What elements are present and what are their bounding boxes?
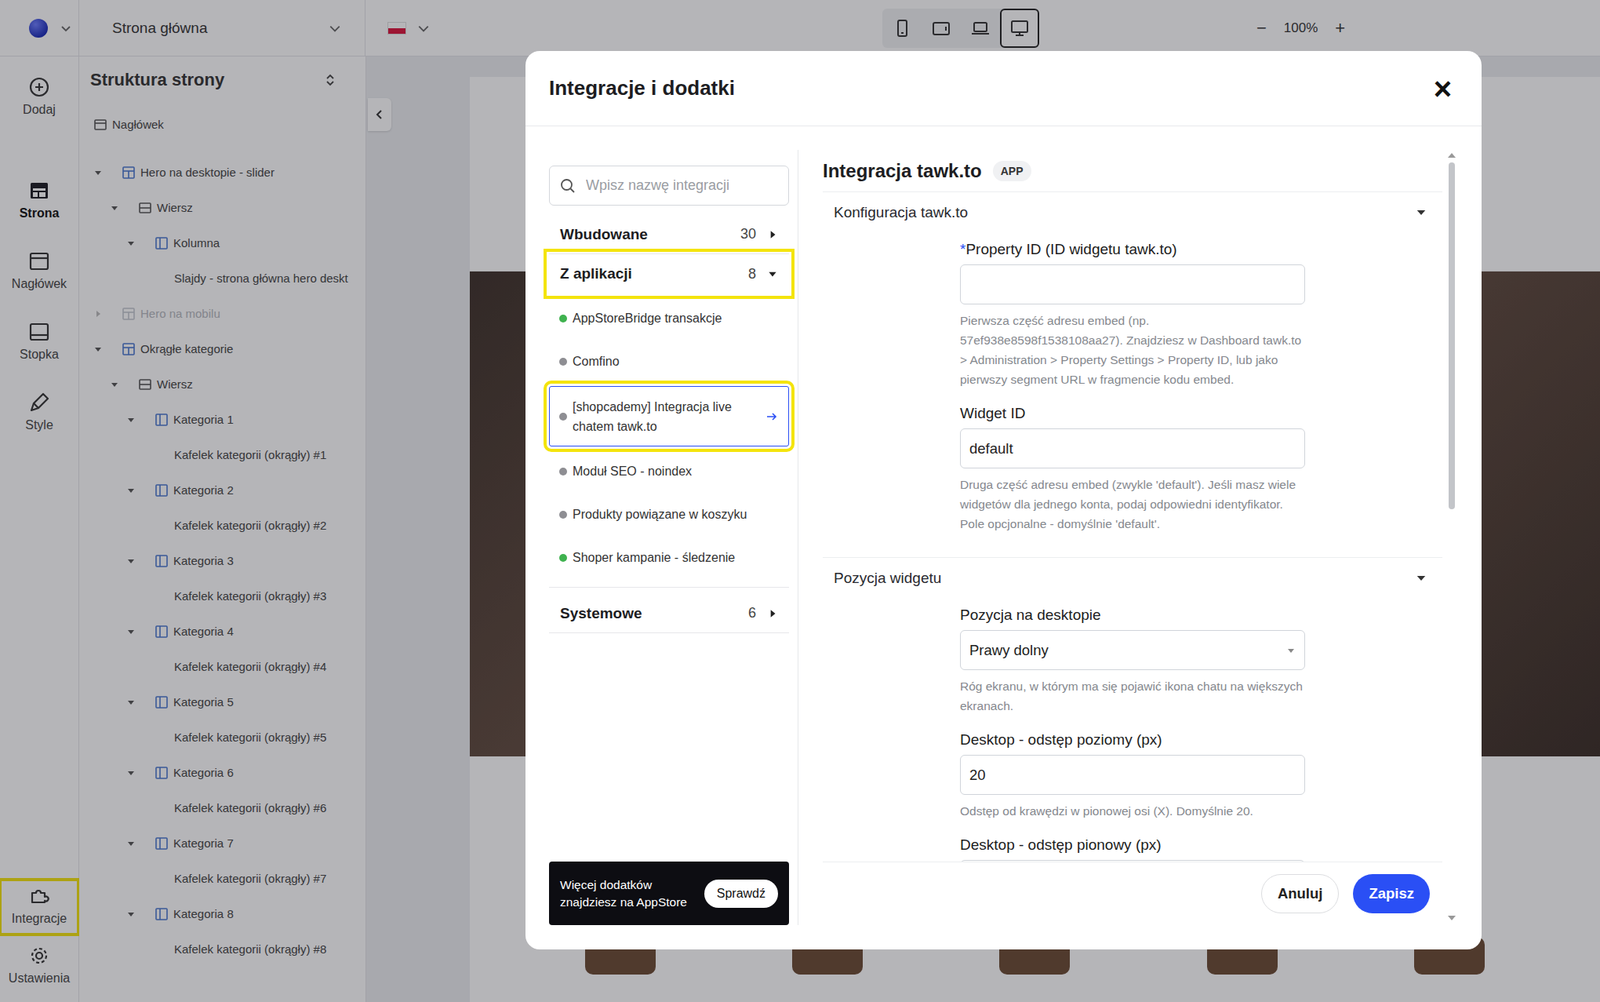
category: Z aplikacji 8 AppStoreBridge transakcje … [549, 254, 790, 594]
close-button[interactable]: × [1433, 72, 1452, 105]
status-dot [559, 412, 568, 421]
modal-title: Integracje i dodatki [549, 76, 735, 101]
form-field: Desktop - odstęp poziomy (px) 20 Odstęp … [960, 729, 1306, 821]
category-row[interactable]: Systemowe 6 [549, 593, 790, 633]
status-dot [559, 510, 568, 519]
section-header[interactable]: Pozycja widgetu [822, 557, 1443, 599]
select-field[interactable]: Prawy dolny [960, 629, 1306, 670]
caret-down-icon [1415, 207, 1427, 219]
status-dot [559, 314, 568, 323]
field-label: Widget ID [960, 403, 1306, 424]
category-count: 30 [740, 225, 757, 243]
integration-item[interactable]: AppStoreBridge transakcje [549, 296, 790, 340]
integration-label: AppStoreBridge transakcje [572, 308, 779, 328]
search-icon [559, 177, 577, 195]
integration-detail: Integracja tawk.to APP Konfiguracja tawk… [822, 126, 1482, 925]
form-field: Desktop - odstęp pionowy (px) [960, 834, 1306, 862]
caret-down-icon [1415, 572, 1427, 584]
search-input[interactable] [584, 176, 779, 195]
section-title: Konfiguracja tawk.to [833, 203, 968, 222]
config-section: Konfiguracja tawk.to *Property ID (ID wi… [822, 192, 1443, 558]
arrow-right-icon [764, 409, 779, 424]
config-section: Pozycja widgetu Pozycja na desktopie Pra… [822, 557, 1443, 862]
form-field: Widget ID default Druga część adresu emb… [960, 403, 1306, 534]
field-help: Róg ekranu, w którym ma się pojawić ikon… [960, 676, 1306, 716]
category-label: Z aplikacji [560, 265, 738, 283]
caret-down-icon [1286, 645, 1296, 655]
cancel-button[interactable]: Anuluj [1261, 873, 1340, 913]
field-value: default [969, 440, 1014, 458]
scrollbar[interactable] [1445, 149, 1459, 925]
promo-text: znajdziesz na AppStore [560, 894, 688, 910]
integration-item[interactable]: Shoper kampanie - śledzenie [549, 535, 790, 579]
text-field[interactable] [960, 264, 1306, 305]
appstore-promo: Więcej dodatków znajdziesz na AppStore Sp… [549, 861, 790, 925]
field-help: Odstęp od krawędzi w pionowej osi (X). D… [960, 800, 1306, 821]
category-row[interactable]: Wbudowane 30 [549, 214, 790, 255]
app: Strona główna − 100% + Dodaj Strona Nagł… [0, 0, 1600, 1002]
integration-item[interactable]: Produkty powiązane w koszyku [549, 492, 790, 536]
form-field: Pozycja na desktopie Prawy dolny Róg ekr… [960, 604, 1306, 716]
category: Wbudowane 30 [549, 214, 790, 255]
integration-label: Shoper kampanie - śledzenie [572, 547, 779, 568]
integration-label: Moduł SEO - noindex [572, 461, 779, 481]
category: Systemowe 6 [549, 593, 790, 633]
category-row[interactable]: Z aplikacji 8 [549, 254, 790, 294]
category-count: 6 [748, 604, 757, 622]
category-label: Systemowe [560, 604, 738, 622]
field-value: 20 [969, 766, 986, 784]
integration-item[interactable]: Moduł SEO - noindex [549, 449, 790, 493]
caret-right-icon [767, 229, 779, 240]
field-label: Pozycja na desktopie [960, 604, 1306, 626]
promo-text: Więcej dodatków [560, 877, 688, 892]
form-field: *Property ID (ID widgetu tawk.to) Pierws… [960, 239, 1306, 390]
integrations-modal: Integracje i dodatki × Wbudowane 30 Z ap… [525, 50, 1482, 950]
section-title: Pozycja widgetu [833, 569, 942, 587]
detail-title: Integracja tawk.to [822, 160, 982, 182]
integration-label: [shopcademy] Integracja live chatem tawk… [572, 396, 755, 437]
text-field[interactable]: default [960, 428, 1306, 469]
text-field[interactable]: 20 [960, 754, 1306, 795]
integration-item[interactable]: [shopcademy] Integracja live chatem tawk… [549, 385, 790, 447]
section-header[interactable]: Konfiguracja tawk.to [822, 192, 1443, 233]
required-mark: * [960, 240, 966, 258]
modal-footer: Anuluj Zapisz [822, 861, 1443, 925]
integration-label: Produkty powiązane w koszyku [572, 504, 779, 524]
field-label: Desktop - odstęp pionowy (px) [960, 834, 1306, 855]
integration-label: Comfino [572, 351, 779, 371]
field-label: Desktop - odstęp poziomy (px) [960, 729, 1306, 750]
status-dot [559, 553, 568, 562]
field-help: Pierwsza część adresu embed (np. 57ef938… [960, 310, 1306, 390]
status-dot [559, 357, 568, 366]
caret-down-icon [767, 268, 779, 280]
field-label: *Property ID (ID widgetu tawk.to) [960, 239, 1306, 260]
field-help: Druga część adresu embed (zwykle 'defaul… [960, 474, 1306, 534]
integration-item[interactable]: Comfino [549, 339, 790, 383]
category-label: Wbudowane [560, 225, 730, 244]
category-count: 8 [748, 265, 757, 283]
scroll-down-icon [1447, 913, 1457, 922]
status-dot [559, 467, 568, 476]
scroll-up-icon [1447, 151, 1457, 160]
search-field[interactable] [549, 165, 790, 206]
select-value: Prawy dolny [969, 641, 1049, 659]
save-button[interactable]: Zapisz [1352, 873, 1430, 913]
integration-list: Wbudowane 30 Z aplikacji 8 AppStoreBridg… [549, 126, 790, 925]
caret-right-icon [767, 607, 779, 619]
check-button[interactable]: Sprawdź [704, 879, 779, 908]
app-badge: APP [992, 160, 1032, 182]
